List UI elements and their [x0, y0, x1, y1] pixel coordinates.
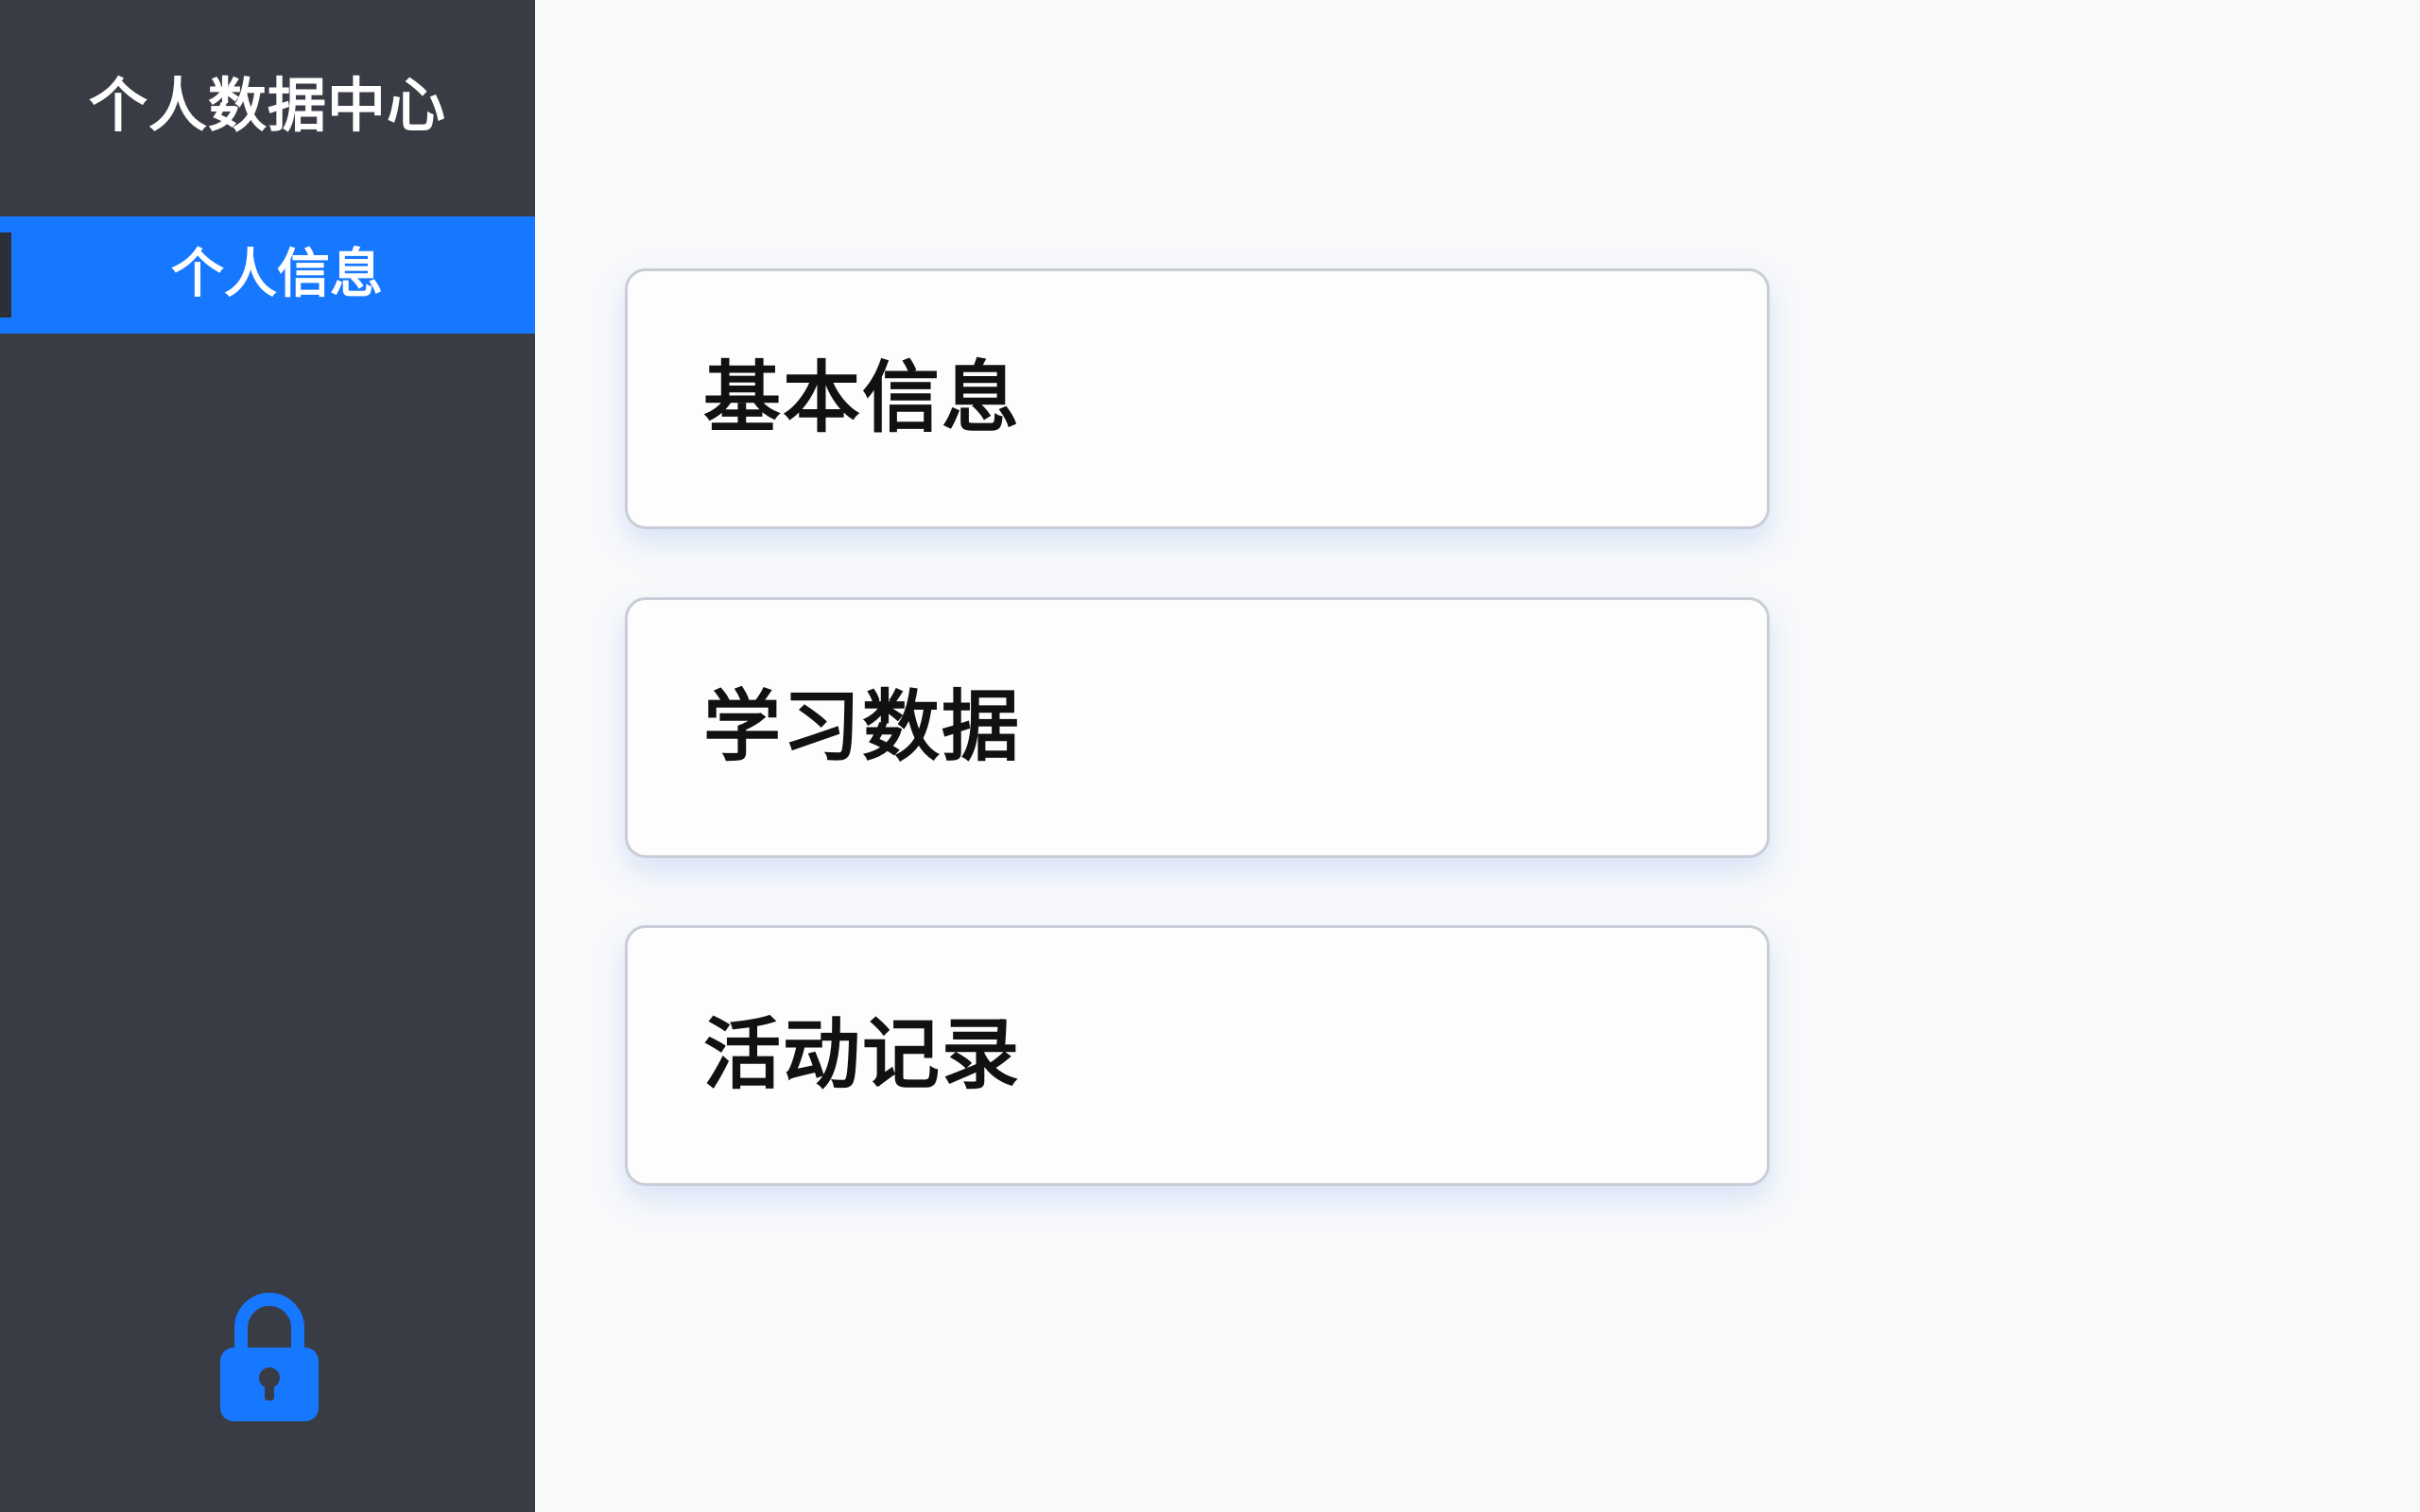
- main-content: 基本信息 学习数据 活动记录: [535, 0, 2420, 1512]
- lock-icon[interactable]: [213, 1285, 326, 1427]
- app-window: 个人数据中心 个人信息 基本信息 学习数据 活动记录: [0, 0, 2420, 1512]
- card-label: 基本信息: [703, 353, 1022, 443]
- lock-icon-graphic: [220, 1293, 319, 1421]
- sidebar-item-label: 个人信息: [171, 244, 383, 305]
- sidebar-title: 个人数据中心: [88, 71, 446, 140]
- sidebar-item-personal-info[interactable]: 个人信息: [0, 216, 535, 334]
- card-learning-data[interactable]: 学习数据: [625, 597, 1770, 858]
- card-basic-info[interactable]: 基本信息: [625, 268, 1770, 529]
- card-label: 活动记录: [703, 1010, 1022, 1100]
- card-label: 学习数据: [703, 682, 1022, 772]
- sidebar: 个人数据中心 个人信息: [0, 0, 535, 1512]
- card-activity-log[interactable]: 活动记录: [625, 925, 1770, 1186]
